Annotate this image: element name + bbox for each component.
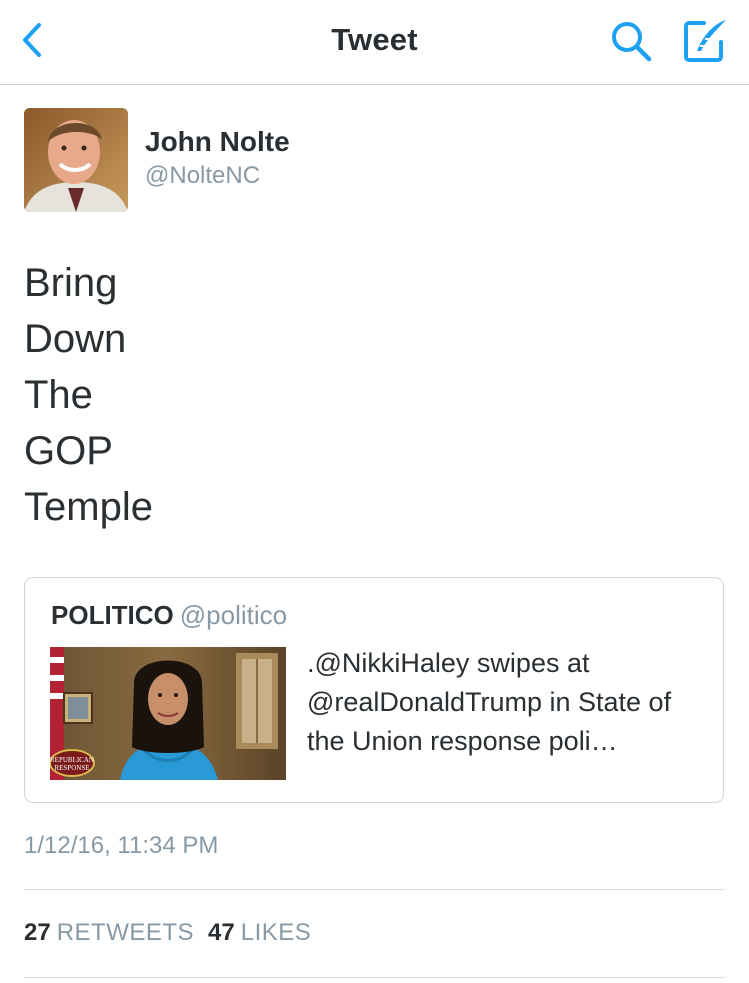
avatar-photo [24, 108, 128, 212]
tweet-stats: 27 RETWEETS 47 LIKES [24, 919, 325, 947]
svg-text:RESPONSE: RESPONSE [54, 764, 89, 772]
tweet-text: Bring Down The GOP Temple [24, 255, 714, 535]
likes-label: LIKES [240, 919, 312, 946]
likes-stat[interactable]: 47 LIKES [208, 919, 325, 946]
tweet-line: Down [24, 317, 127, 361]
divider [24, 977, 725, 978]
tweet-timestamp: 1/12/16, 11:34 PM [24, 832, 219, 859]
compose-tweet-icon [684, 20, 726, 62]
retweets-label: RETWEETS [56, 919, 195, 946]
avatar[interactable] [24, 108, 128, 212]
compose-button[interactable] [678, 14, 734, 66]
tweet-line: Temple [24, 485, 153, 529]
quoted-author-handle: @politico [179, 600, 288, 630]
author-handle[interactable]: @NolteNC [145, 162, 260, 190]
quoted-tweet-text: .@NikkiHaley swipes at @realDonaldTrump … [307, 648, 672, 756]
tweet-line: GOP [24, 429, 113, 473]
likes-count: 47 [208, 919, 235, 946]
tweet-line: Bring [24, 261, 118, 305]
quoted-author-name: POLITICO [51, 600, 174, 630]
author-name[interactable]: John Nolte [145, 126, 290, 158]
quoted-tweet-card[interactable]: POLITICO @politico REPUBLICAN RESPONSE .… [24, 577, 724, 803]
divider [24, 889, 725, 890]
quoted-tweet-thumbnail[interactable]: REPUBLICAN RESPONSE [50, 647, 286, 780]
retweets-stat[interactable]: 27 RETWEETS [24, 919, 208, 946]
news-photo: REPUBLICAN RESPONSE [50, 647, 286, 780]
search-icon [612, 22, 652, 62]
svg-text:REPUBLICAN: REPUBLICAN [50, 756, 94, 764]
tweet-line: The [24, 373, 93, 417]
search-button[interactable] [606, 18, 656, 64]
retweets-count: 27 [24, 919, 51, 946]
navigation-bar: Tweet [0, 0, 749, 85]
quoted-tweet-author: POLITICO @politico [51, 600, 287, 631]
